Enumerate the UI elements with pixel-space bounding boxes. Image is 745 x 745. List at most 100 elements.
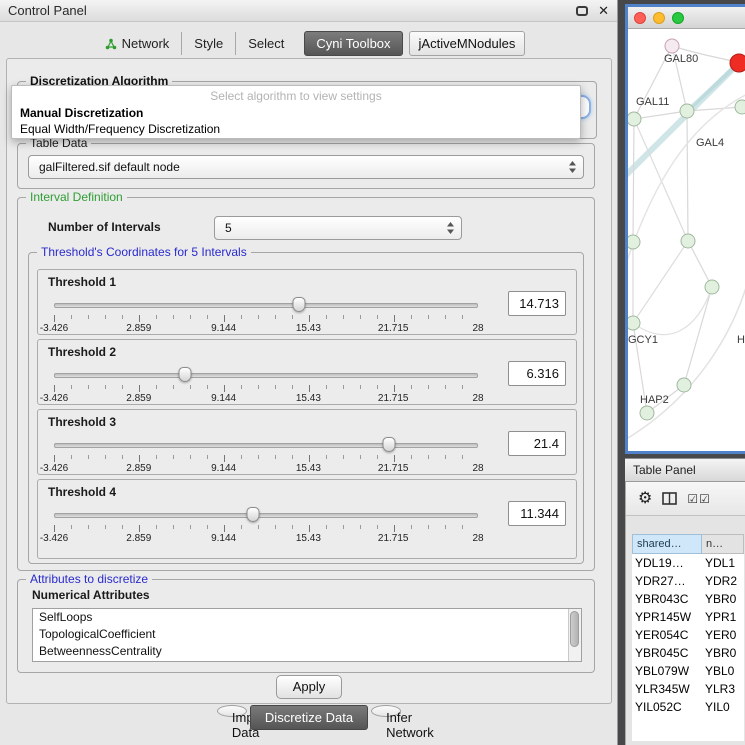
tick-label: 28 — [472, 393, 483, 404]
network-node[interactable] — [680, 104, 694, 118]
table-data-combo[interactable]: galFiltered.sif default node — [28, 155, 584, 179]
traffic-light-minimize-icon[interactable] — [653, 12, 665, 24]
table-body: YDL19…YDL1YDR27…YDR2YBR043CYBR0YPR145WYP… — [632, 554, 744, 716]
slider-thumb[interactable] — [179, 367, 192, 382]
tab-discretize-data[interactable]: Discretize Data — [250, 705, 368, 730]
slider-tick-labels: -3.4262.8599.14415.4321.71528 — [54, 533, 478, 544]
network-node[interactable] — [628, 112, 641, 126]
scrollbar[interactable] — [568, 609, 581, 661]
threshold-4-slider[interactable] — [54, 507, 478, 522]
network-node[interactable] — [628, 235, 640, 249]
network-edge[interactable] — [688, 241, 712, 287]
network-edge[interactable] — [687, 111, 688, 241]
threshold-2-value-field[interactable] — [508, 361, 566, 386]
column-header-name[interactable]: n… — [702, 534, 744, 554]
threshold-4-value-field[interactable] — [508, 501, 566, 526]
cell-name: YBR0 — [702, 646, 744, 660]
network-node[interactable] — [665, 39, 679, 53]
network-edge[interactable] — [633, 241, 688, 323]
dropdown-option-equal-width-frequency[interactable]: Equal Width/Frequency Discretization — [12, 121, 580, 137]
tab-cyni-toolbox[interactable]: Cyni Toolbox — [304, 31, 402, 56]
tick-label: 9.144 — [211, 323, 236, 334]
selected-node[interactable] — [730, 54, 745, 72]
slider-track[interactable] — [54, 303, 478, 308]
network-node[interactable] — [735, 100, 745, 114]
column-header-shared-name[interactable]: shared… — [632, 534, 702, 554]
close-icon[interactable]: ✕ — [598, 4, 609, 17]
columns-icon[interactable] — [662, 492, 677, 505]
table-row[interactable]: YDR27…YDR2 — [632, 572, 744, 590]
combo-arrows-icon — [568, 160, 577, 174]
tab-style[interactable]: Style — [182, 32, 236, 55]
tab-network[interactable]: Network — [93, 32, 183, 55]
network-node[interactable] — [677, 378, 691, 392]
gear-icon[interactable]: ⚙ — [638, 491, 652, 507]
slider-thumb[interactable] — [292, 297, 305, 312]
network-edge[interactable] — [633, 119, 634, 242]
network-node-label: GAL80 — [664, 53, 698, 65]
network-view-window: GAL80GAL11GAL4GCY1HHAP2 — [625, 4, 745, 454]
float-window-icon[interactable] — [576, 6, 588, 16]
table-panel: ⚙ ☑☑ shared… n… YDL19…YDL1YDR27…YDR2YBR0… — [625, 482, 745, 745]
network-edge[interactable] — [684, 287, 712, 385]
traffic-light-close-icon[interactable] — [634, 12, 646, 24]
threshold-1-value-field[interactable] — [508, 291, 566, 316]
network-node[interactable] — [705, 280, 719, 294]
scrollbar-thumb[interactable] — [570, 611, 579, 647]
table-row[interactable]: YBL079WYBL0 — [632, 662, 744, 680]
network-canvas[interactable]: GAL80GAL11GAL4GCY1HHAP2 — [628, 29, 745, 451]
table-row[interactable]: YBR045CYBR0 — [632, 644, 744, 662]
slider-ticks-major — [54, 315, 479, 322]
number-of-intervals-combo[interactable]: 5 — [214, 216, 462, 240]
network-node[interactable] — [628, 316, 640, 330]
tick-label: 15.43 — [296, 323, 321, 334]
list-item-attribute[interactable]: BetweennessCentrality — [33, 643, 581, 660]
cell-name: YBL0 — [702, 664, 744, 678]
tab-select[interactable]: Select — [236, 32, 296, 55]
cell-name: YER0 — [702, 628, 744, 642]
threshold-1-slider[interactable] — [54, 297, 478, 312]
slider-thumb[interactable] — [247, 507, 260, 522]
group-title: Attributes to discretize — [26, 572, 152, 586]
numerical-attributes-list[interactable]: SelfLoopsTopologicalCoefficientBetweenne… — [32, 608, 582, 662]
network-edge[interactable] — [634, 111, 687, 119]
tab-infer-network[interactable]: Infer Network — [371, 705, 401, 717]
traffic-light-zoom-icon[interactable] — [672, 12, 684, 24]
dropdown-option-manual-discretization[interactable]: Manual Discretization — [12, 105, 580, 121]
thresholds-group: Threshold's Coordinates for 5 Intervals … — [28, 252, 584, 564]
slider-track[interactable] — [54, 443, 478, 448]
tab-impute-data[interactable]: Impute Data — [217, 705, 247, 717]
threshold-2-slider[interactable] — [54, 367, 478, 382]
threshold-3-slider[interactable] — [54, 437, 478, 452]
tab-jactivemnodules[interactable]: jActiveMNodules — [409, 31, 526, 56]
slider-track[interactable] — [54, 513, 478, 518]
table-row[interactable]: YPR145WYPR1 — [632, 608, 744, 626]
cell-name: YDL1 — [702, 556, 744, 570]
threshold-3-panel: Threshold 3 -3.4262.8599.14415.4321.7152… — [37, 409, 577, 475]
table-row[interactable]: YDL19…YDL1 — [632, 554, 744, 572]
cell-name: YPR1 — [702, 610, 744, 624]
list-item-attribute[interactable]: TopologicalCoefficient — [33, 626, 581, 643]
select-columns-icon[interactable]: ☑☑ — [687, 492, 711, 506]
cell-name: YIL0 — [702, 700, 744, 714]
network-node-label: HAP2 — [640, 394, 669, 406]
apply-button[interactable]: Apply — [276, 675, 342, 699]
list-item-attribute[interactable]: SelfLoops — [33, 609, 581, 626]
table-row[interactable]: YBR043CYBR0 — [632, 590, 744, 608]
slider-thumb[interactable] — [382, 437, 395, 452]
threshold-label: Threshold 4 — [48, 485, 116, 499]
threshold-3-value-field[interactable] — [508, 431, 566, 456]
slider-ticks-major — [54, 525, 479, 532]
tab-label: Cyni Toolbox — [316, 36, 390, 51]
slider-track[interactable] — [54, 373, 478, 378]
tick-label: 2.859 — [126, 393, 151, 404]
cell-shared-name: YDL19… — [632, 556, 702, 570]
cell-name: YBR0 — [702, 592, 744, 606]
network-node[interactable] — [681, 234, 695, 248]
network-node[interactable] — [640, 406, 654, 420]
table-row[interactable]: YIL052CYIL0 — [632, 698, 744, 716]
control-panel-titlebar: Control Panel ✕ — [0, 0, 617, 22]
table-row[interactable]: YER054CYER0 — [632, 626, 744, 644]
table-row[interactable]: YLR345WYLR3 — [632, 680, 744, 698]
tick-label: -3.426 — [40, 393, 68, 404]
